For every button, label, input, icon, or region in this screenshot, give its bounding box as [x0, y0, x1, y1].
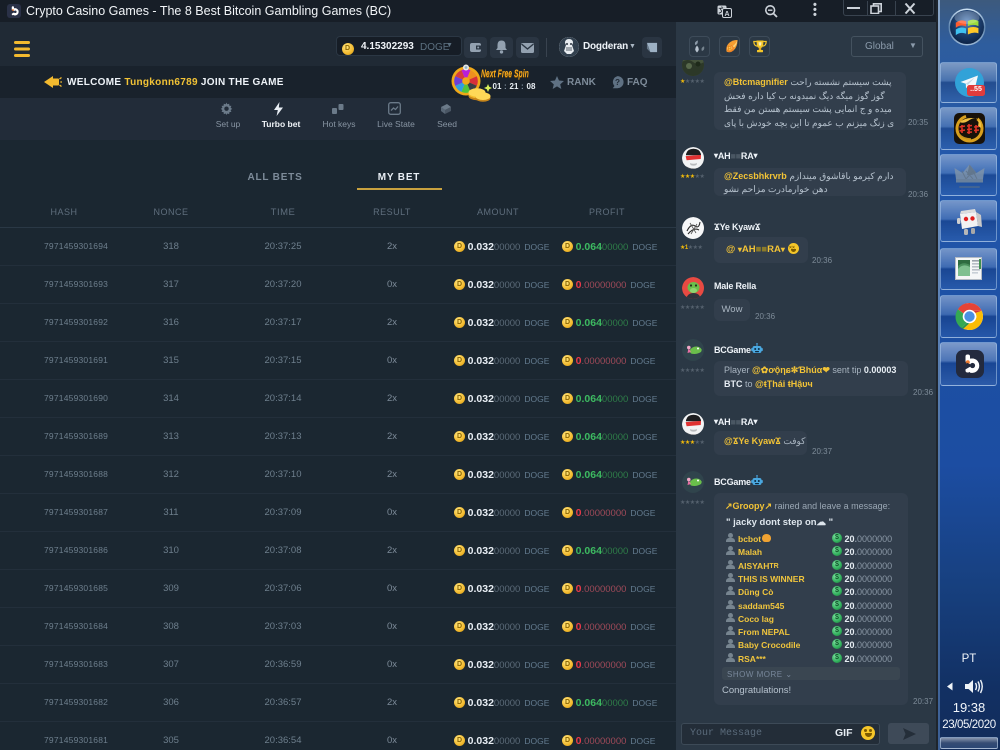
svg-text:?: ? [615, 78, 620, 87]
svg-text:A: A [724, 11, 729, 18]
svg-text:B: B [727, 46, 732, 53]
